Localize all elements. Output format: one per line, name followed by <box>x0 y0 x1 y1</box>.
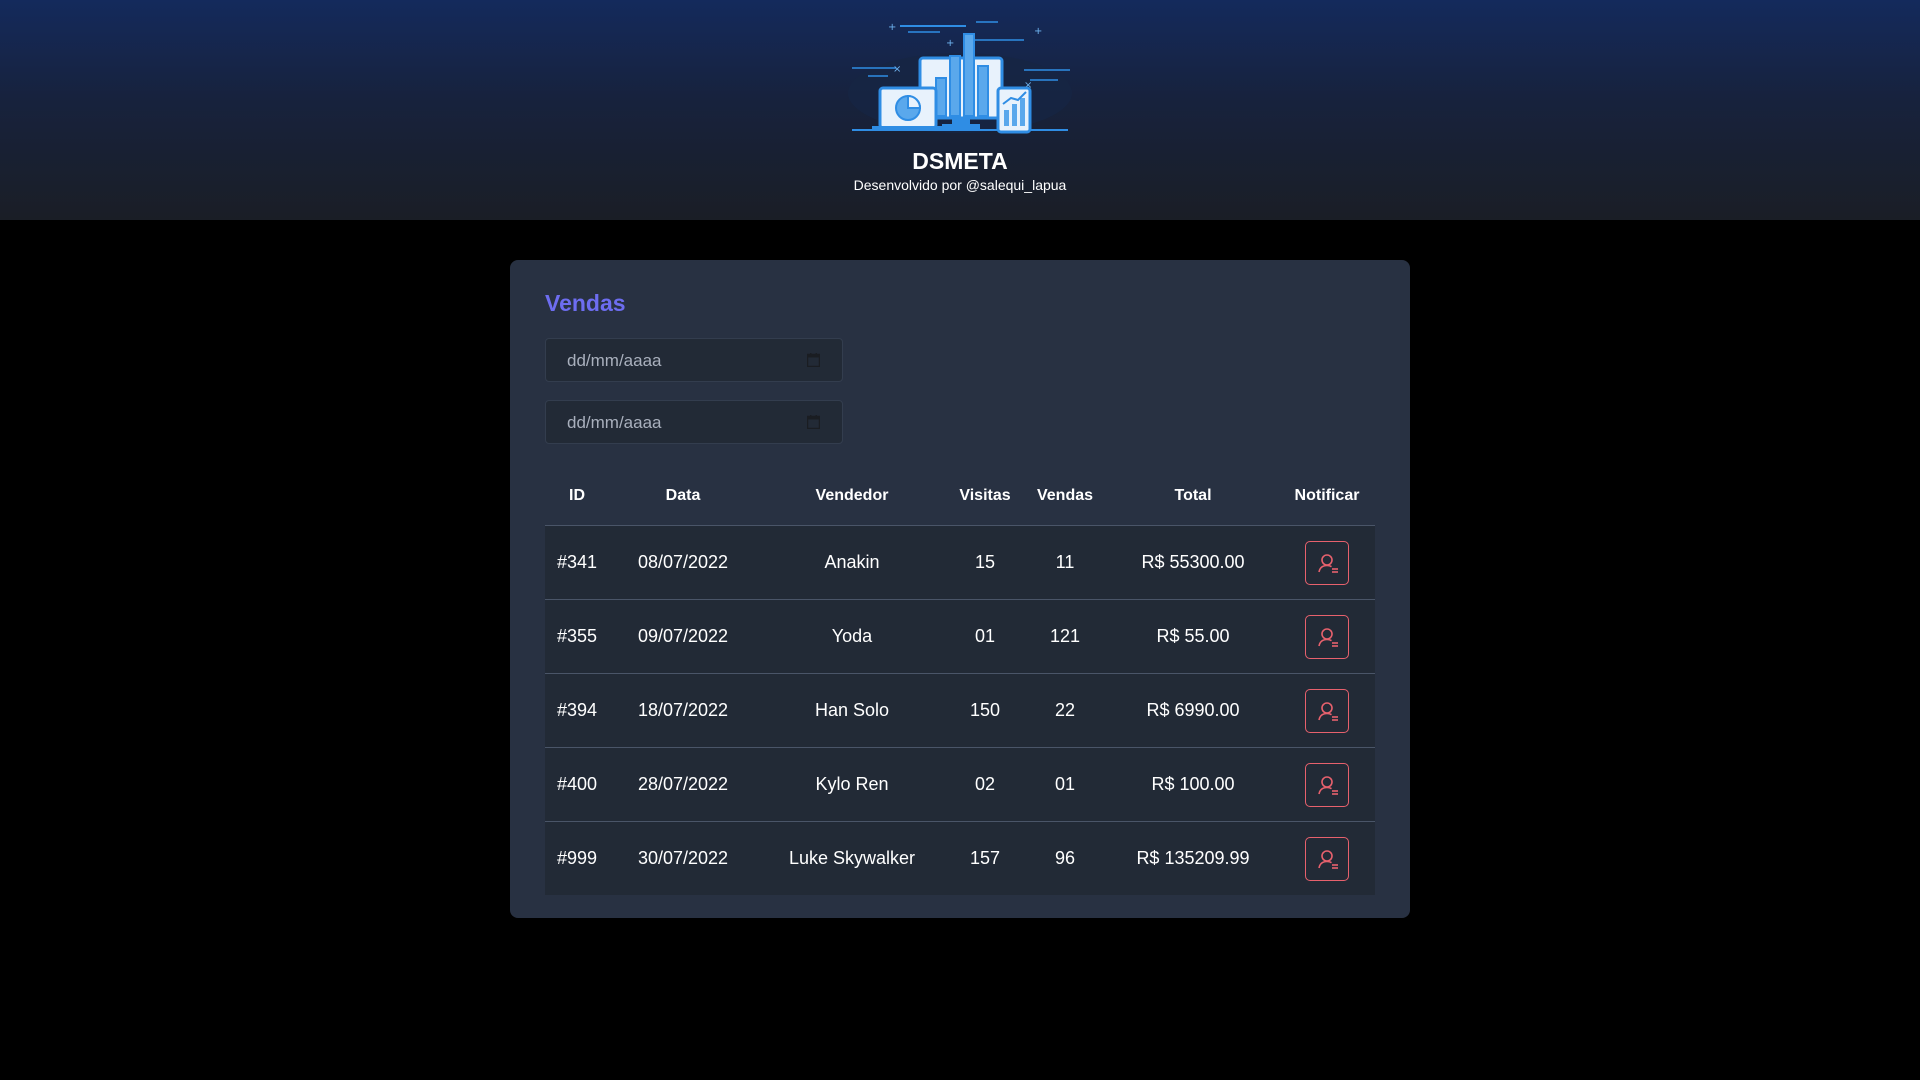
column-header-notify: Notificar <box>1279 467 1375 526</box>
cell-notify <box>1279 673 1375 748</box>
table-row: #394 18/07/2022 Han Solo 150 22 R$ 6990.… <box>545 673 1375 748</box>
cell-total: R$ 100.00 <box>1107 747 1279 822</box>
table-header-row: ID Data Vendedor Visitas Vendas Total No… <box>545 467 1375 526</box>
cell-notify <box>1279 599 1375 674</box>
column-header-visits: Visitas <box>947 467 1023 526</box>
cell-id: #355 <box>545 599 609 674</box>
cell-date: 08/07/2022 <box>609 525 757 600</box>
cell-notify <box>1279 821 1375 895</box>
cell-date: 18/07/2022 <box>609 673 757 748</box>
app-header: × × + + + DSMETA Desenvolvido por @saleq… <box>0 0 1920 220</box>
notify-button[interactable] <box>1305 688 1349 733</box>
user-notify-icon <box>1318 701 1338 721</box>
cell-seller: Han Solo <box>757 673 947 748</box>
cell-visits: 157 <box>947 821 1023 895</box>
cell-notify <box>1279 525 1375 600</box>
cell-seller: Luke Skywalker <box>757 821 947 895</box>
user-notify-icon <box>1318 553 1338 573</box>
cell-seller: Anakin <box>757 525 947 600</box>
svg-text:+: + <box>1034 26 1042 37</box>
date-max-placeholder: dd/mm/aaaa <box>567 413 662 432</box>
cell-total: R$ 55300.00 <box>1107 525 1279 600</box>
cell-notify <box>1279 747 1375 822</box>
notify-button[interactable] <box>1305 614 1349 659</box>
cell-date: 28/07/2022 <box>609 747 757 822</box>
app-subtitle: Desenvolvido por @salequi_lapua <box>853 177 1067 193</box>
table-row: #400 28/07/2022 Kylo Ren 02 01 R$ 100.00 <box>545 747 1375 822</box>
cell-seller: Yoda <box>757 599 947 674</box>
sales-card: Vendas dd/mm/aaaa dd/mm/aaaa ID Data Ven… <box>510 260 1410 918</box>
column-header-total: Total <box>1107 467 1279 526</box>
user-notify-icon <box>1318 627 1338 647</box>
calendar-icon[interactable] <box>806 353 821 368</box>
table-row: #355 09/07/2022 Yoda 01 121 R$ 55.00 <box>545 599 1375 674</box>
app-title: DSMETA <box>912 148 1008 174</box>
cell-visits: 01 <box>947 599 1023 674</box>
table-row: #999 30/07/2022 Luke Skywalker 157 96 R$… <box>545 821 1375 895</box>
cell-sales: 96 <box>1023 821 1107 895</box>
date-max-input[interactable]: dd/mm/aaaa <box>545 400 843 444</box>
cell-id: #400 <box>545 747 609 822</box>
date-min-input[interactable]: dd/mm/aaaa <box>545 338 843 382</box>
cell-total: R$ 135209.99 <box>1107 821 1279 895</box>
cell-sales: 11 <box>1023 525 1107 600</box>
column-header-sales: Vendas <box>1023 467 1107 526</box>
user-notify-icon <box>1318 775 1338 795</box>
user-notify-icon <box>1318 849 1338 869</box>
cell-id: #394 <box>545 673 609 748</box>
cell-id: #999 <box>545 821 609 895</box>
card-title: Vendas <box>545 290 626 316</box>
svg-text:+: + <box>946 38 954 49</box>
column-header-seller: Vendedor <box>757 467 947 526</box>
notify-button[interactable] <box>1305 836 1349 881</box>
cell-total: R$ 55.00 <box>1107 599 1279 674</box>
cell-id: #341 <box>545 525 609 600</box>
cell-date: 09/07/2022 <box>609 599 757 674</box>
cell-total: R$ 6990.00 <box>1107 673 1279 748</box>
date-min-placeholder: dd/mm/aaaa <box>567 351 662 370</box>
cell-date: 30/07/2022 <box>609 821 757 895</box>
sales-table: ID Data Vendedor Visitas Vendas Total No… <box>545 467 1375 895</box>
cell-visits: 150 <box>947 673 1023 748</box>
notify-button[interactable] <box>1305 540 1349 585</box>
calendar-icon[interactable] <box>806 415 821 430</box>
svg-text:×: × <box>893 64 901 75</box>
notify-button[interactable] <box>1305 762 1349 807</box>
cell-visits: 02 <box>947 747 1023 822</box>
cell-sales: 121 <box>1023 599 1107 674</box>
table-row: #341 08/07/2022 Anakin 15 11 R$ 55300.00 <box>545 525 1375 600</box>
column-header-id: ID <box>545 467 609 526</box>
svg-text:+: + <box>888 22 896 33</box>
cell-seller: Kylo Ren <box>757 747 947 822</box>
cell-sales: 22 <box>1023 673 1107 748</box>
column-header-date: Data <box>609 467 757 526</box>
cell-visits: 15 <box>947 525 1023 600</box>
analytics-dashboard-illustration-icon: × × + + + <box>848 18 1072 138</box>
cell-sales: 01 <box>1023 747 1107 822</box>
